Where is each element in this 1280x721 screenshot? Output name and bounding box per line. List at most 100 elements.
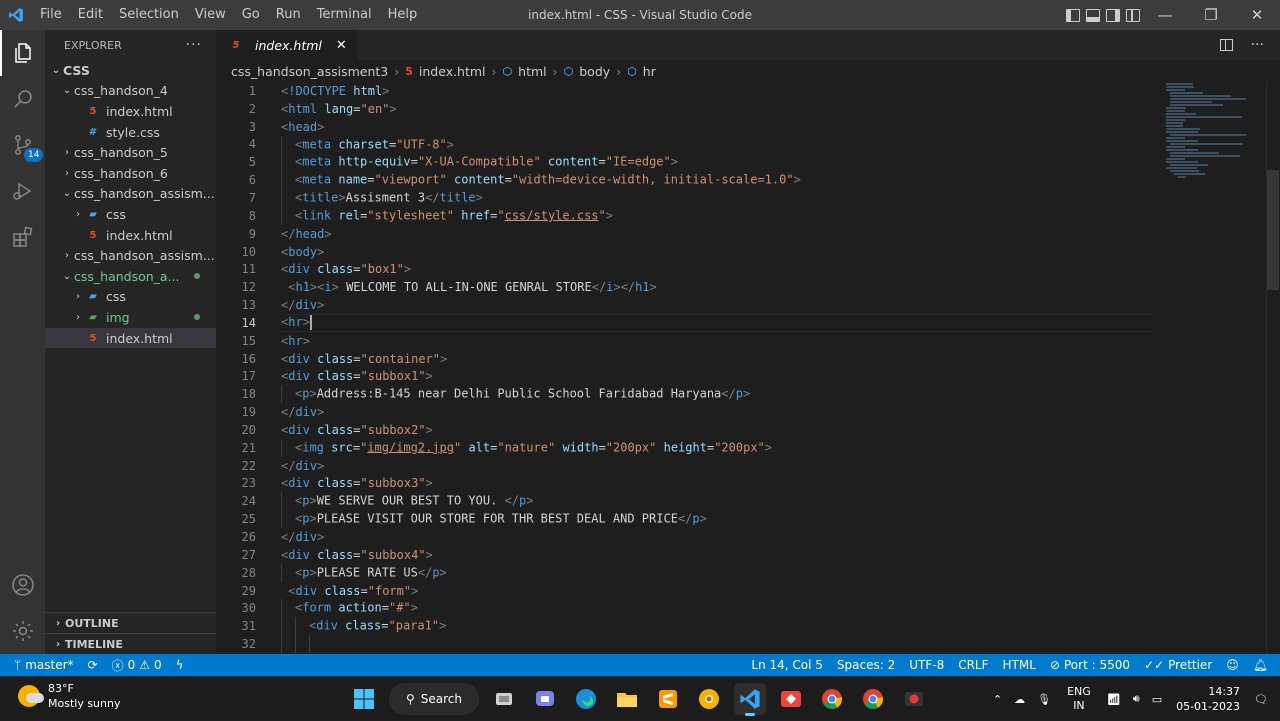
sublime-button[interactable]	[652, 683, 684, 715]
manage-activity-button[interactable]	[0, 608, 45, 654]
scrollbar-thumb[interactable]	[1267, 170, 1279, 290]
file-item[interactable]: 5 index.html	[45, 327, 216, 349]
breadcrumb-node-body[interactable]: body	[579, 64, 610, 79]
code-text: <p>PLEASE VISIT OUR STORE FOR THR BEST D…	[281, 510, 707, 529]
menu-go[interactable]: Go	[234, 0, 268, 30]
cursor-position-status[interactable]: Ln 14, Col 5	[744, 654, 830, 676]
task-view-button[interactable]	[488, 683, 520, 715]
close-window-button[interactable]: ✕	[1234, 0, 1280, 30]
notification-center-icon[interactable]: 🗨︎	[1248, 693, 1280, 706]
menu-view[interactable]: View	[187, 0, 234, 30]
folder-item[interactable]: › css_handson_assism...	[45, 245, 216, 266]
notifications-status[interactable]: 🔔︎	[1246, 654, 1280, 676]
accounts-activity-button[interactable]	[0, 562, 45, 608]
menu-selection[interactable]: Selection	[111, 0, 187, 30]
source-control-activity-button[interactable]: 14	[0, 122, 45, 168]
more-editor-actions-icon[interactable]: ···	[1251, 37, 1264, 53]
folder-item[interactable]: › css_handson_6	[45, 163, 216, 184]
extensions-activity-button[interactable]	[0, 214, 45, 260]
folder-item[interactable]: › ▰ css	[45, 204, 216, 225]
element-icon: ⬡	[502, 64, 513, 78]
show-hidden-icons[interactable]: ⌃	[987, 693, 1008, 706]
teams-icon	[536, 691, 554, 706]
breadcrumb-file[interactable]: index.html	[419, 64, 486, 79]
more-actions-icon[interactable]: ···	[186, 37, 202, 53]
onedrive-icon[interactable]: ☁	[1008, 693, 1031, 706]
problems-status[interactable]: ⓧ 0 ⚠ 0	[105, 654, 169, 676]
sync-status[interactable]: ⟳	[81, 654, 105, 676]
indentation-status[interactable]: Spaces: 2	[830, 654, 902, 676]
minimap-line	[1166, 110, 1185, 112]
tree-item-label: css	[106, 206, 126, 222]
outline-section[interactable]: › OUTLINE	[45, 612, 216, 634]
battery-icon[interactable]: ▭	[1146, 693, 1168, 706]
eol-status[interactable]: CRLF	[951, 654, 995, 676]
code-editor[interactable]: 1 <!DOCTYPE html> 2 <html lang="en"> 3 <head>…	[216, 82, 1280, 654]
wifi-icon[interactable]: 📶︎	[1101, 693, 1127, 706]
file-explorer-button[interactable]	[611, 683, 643, 715]
file-item[interactable]: 5 index.html	[45, 101, 216, 122]
code-text: <hr>	[281, 333, 310, 348]
minimap[interactable]	[1166, 82, 1266, 242]
chrome-profile-button[interactable]	[857, 683, 889, 715]
volume-icon[interactable]: 🔊︎	[1127, 692, 1146, 706]
breadcrumb-node-hr[interactable]: hr	[643, 64, 656, 79]
minimize-button[interactable]: —	[1142, 0, 1188, 30]
chrome-canary-button[interactable]	[693, 683, 725, 715]
explorer-activity-button[interactable]	[0, 30, 45, 76]
menu-help[interactable]: Help	[380, 0, 426, 30]
modified-dot-icon	[194, 273, 200, 280]
teams-chat-button[interactable]	[529, 683, 561, 715]
customize-layout-icon[interactable]	[1126, 8, 1140, 22]
date: 05-01-2023	[1176, 700, 1241, 713]
warning-count: 0	[154, 658, 162, 672]
menu-run[interactable]: Run	[268, 0, 309, 30]
prettier-status[interactable]: ✓✓ Prettier	[1137, 654, 1219, 676]
toggle-sidebar-icon[interactable]	[1066, 8, 1080, 22]
split-editor-icon[interactable]	[1219, 39, 1233, 51]
microphone-icon[interactable]: 🎙︎	[1031, 693, 1057, 706]
clock[interactable]: 14:37 05-01-2023	[1168, 684, 1248, 714]
taskbar-search[interactable]: ⚲ Search	[389, 683, 479, 715]
folder-item[interactable]: ⌄ css_handson_a...	[45, 266, 216, 287]
file-item[interactable]: 5 index.html	[45, 225, 216, 246]
language-status[interactable]: HTML	[996, 654, 1043, 676]
vertical-scrollbar[interactable]	[1266, 82, 1280, 654]
close-tab-icon[interactable]: ✕	[336, 38, 347, 53]
folder-item[interactable]: › ▰ img	[45, 307, 216, 328]
chrome-button[interactable]	[816, 683, 848, 715]
vscode-taskbar-button[interactable]	[734, 683, 766, 716]
workspace-root[interactable]: ⌄ CSS	[45, 60, 216, 81]
breadcrumb-node-html[interactable]: html	[518, 64, 546, 79]
code-line: 30 <form action="#">	[216, 599, 1280, 618]
breadcrumb-folder[interactable]: css_handson_assisment3	[231, 64, 388, 79]
file-item[interactable]: # style.css	[45, 122, 216, 143]
menu-edit[interactable]: Edit	[70, 0, 111, 30]
language-indicator[interactable]: ENG IN	[1057, 685, 1101, 713]
screen-recorder-button[interactable]	[898, 683, 930, 715]
restore-button[interactable]: ❐	[1188, 0, 1234, 30]
timeline-section[interactable]: › TIMELINE	[45, 633, 216, 655]
folder-item[interactable]: ⌄ css_handson_4	[45, 81, 216, 102]
anydesk-button[interactable]	[775, 683, 807, 715]
live-share-status[interactable]: ϟ	[169, 654, 191, 676]
search-activity-button[interactable]	[0, 76, 45, 122]
folder-item[interactable]: › ▰ css	[45, 287, 216, 308]
weather-widget[interactable]: 83°F Mostly sunny	[18, 681, 120, 711]
timeline-label: TIMELINE	[65, 638, 123, 651]
feedback-status[interactable]: ☺	[1219, 654, 1246, 676]
start-button[interactable]	[348, 683, 380, 715]
encoding-status[interactable]: UTF-8	[902, 654, 951, 676]
menu-terminal[interactable]: Terminal	[309, 0, 380, 30]
tab-index-html[interactable]: 5 index.html ✕	[216, 30, 357, 60]
run-debug-activity-button[interactable]	[0, 168, 45, 214]
menu-file[interactable]: File	[32, 0, 70, 30]
code-line: 18 <p>Address:B-145 near Delhi Public Sch…	[216, 385, 1280, 404]
edge-browser-button[interactable]	[570, 683, 602, 715]
branch-status[interactable]: ᛘ master*	[0, 654, 81, 676]
folder-item[interactable]: › css_handson_5	[45, 142, 216, 163]
live-server-status[interactable]: ⊘ Port : 5500	[1043, 654, 1137, 676]
toggle-panel-icon[interactable]	[1086, 8, 1100, 22]
toggle-secondary-sidebar-icon[interactable]	[1106, 8, 1120, 22]
folder-item[interactable]: ⌄ css_handson_assism...	[45, 184, 216, 205]
